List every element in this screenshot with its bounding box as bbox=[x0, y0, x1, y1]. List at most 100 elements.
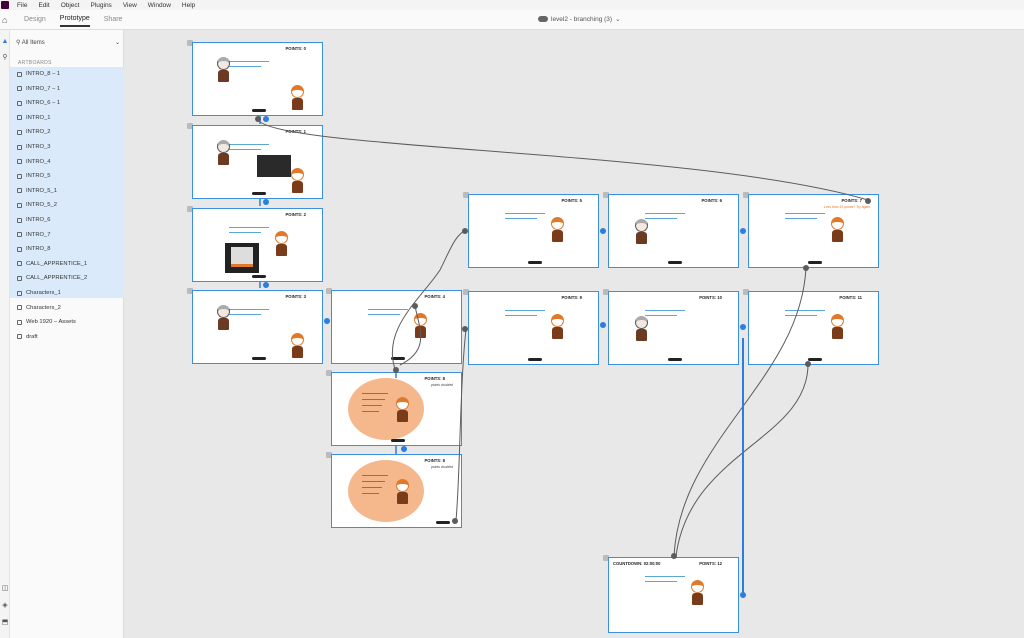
wire-connector[interactable] bbox=[865, 198, 871, 204]
layer-item[interactable]: INTRO_8 – 1 bbox=[17, 68, 121, 80]
continue-button[interactable] bbox=[667, 260, 682, 265]
cube-face bbox=[231, 247, 253, 267]
layer-item-label: INTRO_4 bbox=[26, 158, 51, 165]
zoom-icon[interactable]: ⚲ bbox=[1, 54, 9, 62]
layer-item[interactable]: INTRO_7 – 1 bbox=[17, 83, 121, 95]
artboard[interactable]: POINTS: 8 points doubled bbox=[331, 372, 462, 446]
layer-item[interactable]: Characters_2 bbox=[17, 302, 121, 314]
wire-connector[interactable] bbox=[803, 265, 809, 271]
tab-prototype[interactable]: Prototype bbox=[59, 12, 90, 27]
layer-item[interactable]: INTRO_8 bbox=[17, 243, 121, 255]
apprentice-character bbox=[287, 333, 307, 359]
wire-connector[interactable] bbox=[324, 318, 330, 324]
tab-share[interactable]: Share bbox=[104, 13, 123, 26]
layers-icon[interactable]: ◫ bbox=[1, 585, 9, 593]
artboard[interactable]: POINTS: 2 bbox=[192, 208, 323, 282]
layer-item-label: INTRO_7 – 1 bbox=[26, 85, 61, 92]
menu-bar: File Edit Object Plugins View Window Hel… bbox=[0, 0, 1024, 10]
wire-connector[interactable] bbox=[740, 228, 746, 234]
continue-button[interactable] bbox=[251, 191, 266, 196]
text-line bbox=[785, 310, 825, 312]
artboard[interactable]: POINTS: 8 points doubled bbox=[331, 454, 462, 528]
tab-design[interactable]: Design bbox=[24, 13, 46, 26]
wire-connector[interactable] bbox=[393, 367, 399, 373]
menu-object[interactable]: Object bbox=[61, 2, 80, 9]
artboard[interactable]: POINTS: 0 bbox=[192, 42, 323, 116]
artboard[interactable]: POINTS: 1 bbox=[192, 125, 323, 199]
continue-button[interactable] bbox=[527, 260, 542, 265]
wire-connector[interactable] bbox=[412, 303, 418, 309]
artboard-icon bbox=[17, 275, 22, 281]
wire-connector[interactable] bbox=[740, 324, 746, 330]
layer-item[interactable]: INTRO_5_1 bbox=[17, 185, 121, 197]
layer-item[interactable]: Web 1920 – Assets bbox=[17, 316, 121, 328]
select-icon[interactable]: ▲ bbox=[1, 38, 9, 46]
continue-button[interactable] bbox=[251, 356, 266, 361]
artboard[interactable]: POINTS: 4 bbox=[331, 290, 462, 364]
points-label: POINTS: 8 bbox=[424, 458, 445, 463]
continue-button[interactable] bbox=[251, 274, 266, 279]
chevron-down-icon: ⌄ bbox=[615, 16, 621, 23]
assets-icon[interactable]: ◈ bbox=[1, 602, 9, 610]
layer-item[interactable]: draft bbox=[17, 331, 121, 343]
wire-connector[interactable] bbox=[255, 116, 261, 122]
menu-plugins[interactable]: Plugins bbox=[90, 2, 111, 9]
layer-item[interactable]: INTRO_3 bbox=[17, 141, 121, 153]
wire-connector[interactable] bbox=[600, 322, 606, 328]
continue-button[interactable] bbox=[390, 438, 405, 443]
layer-item[interactable]: Characters_1 bbox=[17, 287, 121, 299]
master-character bbox=[213, 140, 233, 166]
wire-connector[interactable] bbox=[462, 228, 468, 234]
wire-connector[interactable] bbox=[671, 553, 677, 559]
continue-button[interactable] bbox=[251, 108, 266, 113]
wire-connector[interactable] bbox=[805, 361, 811, 367]
layer-item[interactable]: INTRO_7 bbox=[17, 229, 121, 241]
wire-connector[interactable] bbox=[462, 326, 468, 332]
points-label: POINTS: 5 bbox=[561, 198, 582, 203]
continue-button[interactable] bbox=[667, 357, 682, 362]
text-line bbox=[362, 493, 379, 495]
layer-item[interactable]: INTRO_5 bbox=[17, 170, 121, 182]
wire-connector[interactable] bbox=[452, 518, 458, 524]
artboard[interactable]: POINTS: 5 bbox=[468, 194, 599, 268]
wire-connector[interactable] bbox=[263, 199, 269, 205]
wire-connector[interactable] bbox=[263, 116, 269, 122]
layer-item[interactable]: INTRO_6 – 1 bbox=[17, 97, 121, 109]
layer-item[interactable]: INTRO_1 bbox=[17, 112, 121, 124]
layer-item[interactable]: INTRO_2 bbox=[17, 126, 121, 138]
menu-view[interactable]: View bbox=[123, 2, 137, 9]
home-icon[interactable]: ⌂ bbox=[2, 14, 14, 26]
layers-filter[interactable]: ⚲ All Items ⌄ bbox=[16, 37, 120, 47]
wire-connector[interactable] bbox=[600, 228, 606, 234]
document-title[interactable]: level2 - branching (3) ⌄ bbox=[538, 15, 621, 23]
menu-file[interactable]: File bbox=[17, 2, 27, 9]
wire-connector[interactable] bbox=[740, 592, 746, 598]
apprentice-character bbox=[287, 168, 307, 194]
artboard[interactable]: POINTS: 10 bbox=[608, 291, 739, 365]
layer-item[interactable]: CALL_APPRENTICE_1 bbox=[17, 258, 121, 270]
menu-help[interactable]: Help bbox=[182, 2, 195, 9]
artboard[interactable]: POINTS: 11 bbox=[748, 291, 879, 365]
apprentice-character bbox=[392, 479, 412, 505]
continue-button[interactable] bbox=[436, 520, 451, 525]
artboard[interactable]: POINTS: 9 bbox=[468, 291, 599, 365]
layer-item[interactable]: CALL_APPRENTICE_2 bbox=[17, 272, 121, 284]
artboard[interactable]: POINTS: 12 COUNTDOWN: 02:00:00 bbox=[608, 557, 739, 633]
menu-edit[interactable]: Edit bbox=[38, 2, 49, 9]
continue-button[interactable] bbox=[527, 357, 542, 362]
character-head bbox=[551, 217, 564, 230]
continue-button[interactable] bbox=[807, 260, 822, 265]
wire-connector[interactable] bbox=[263, 282, 269, 288]
artboard[interactable]: POINTS: 7 Less than 15 points? Try again bbox=[748, 194, 879, 268]
layer-item[interactable]: INTRO_6 bbox=[17, 214, 121, 226]
tool-strip: ▲ ⚲ ◫ ◈ ⬒ bbox=[0, 30, 10, 638]
layer-item[interactable]: INTRO_5_2 bbox=[17, 199, 121, 211]
menu-window[interactable]: Window bbox=[148, 2, 171, 9]
continue-button[interactable] bbox=[390, 356, 405, 361]
section-artboards: ARTBOARDS bbox=[18, 60, 52, 66]
plugins-icon[interactable]: ⬒ bbox=[1, 619, 9, 627]
artboard[interactable]: POINTS: 3 bbox=[192, 290, 323, 364]
wire-connector[interactable] bbox=[401, 446, 407, 452]
layer-item[interactable]: INTRO_4 bbox=[17, 156, 121, 168]
artboard[interactable]: POINTS: 6 bbox=[608, 194, 739, 268]
